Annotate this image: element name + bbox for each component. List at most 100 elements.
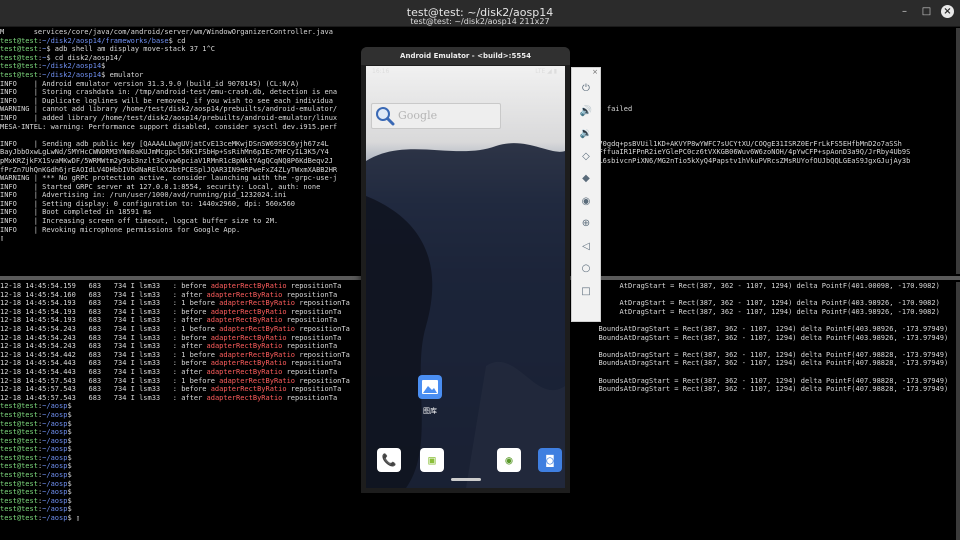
terminal-text: ~/aosp bbox=[42, 436, 68, 445]
terminal-line: test@test:~/aosp$ bbox=[0, 505, 960, 514]
google-search-widget[interactable]: Google bbox=[371, 103, 501, 129]
terminal-text: 12-18 14:45:54.243 683 734 I lsm33 : bef… bbox=[0, 333, 211, 342]
terminal-text: test@test bbox=[0, 505, 38, 514]
zoom-icon[interactable]: ⊕ bbox=[576, 215, 596, 233]
status-icons: LTE ◢ ▮ bbox=[535, 68, 557, 75]
emulator-window[interactable]: Android Emulator - <build>:5554 16:16 LT… bbox=[361, 47, 570, 493]
device-screen[interactable]: 16:16 LTE ◢ ▮ Google 图库 📞 ▣ ◉ ◙ bbox=[366, 66, 565, 488]
toolbar-close-button[interactable]: × bbox=[591, 68, 599, 76]
scrollbar-top[interactable] bbox=[956, 28, 960, 274]
gesture-nav-bar[interactable] bbox=[451, 478, 481, 481]
screenshot-icon[interactable]: ◉ bbox=[576, 193, 596, 211]
terminal-text: test@test bbox=[0, 62, 38, 71]
terminal-text: test@test bbox=[0, 462, 38, 471]
terminal-text: MESA-INTEL: warning: Performance support… bbox=[0, 122, 338, 131]
terminal-text: test@test bbox=[0, 436, 38, 445]
terminal-text: test@test bbox=[0, 453, 38, 462]
terminal-text: ~/aosp bbox=[42, 453, 68, 462]
terminal-text: adapterRectByRatio bbox=[206, 393, 283, 402]
rotate-right-icon[interactable]: ◆ bbox=[576, 170, 596, 188]
terminal-text: ~/aosp bbox=[42, 505, 68, 514]
terminal-tab-title: test@test: ~/disk2/aosp14 211x27 bbox=[410, 17, 550, 26]
volume-up-icon[interactable]: 🔊 bbox=[576, 103, 596, 121]
back-icon[interactable]: ◁ bbox=[576, 238, 596, 256]
terminal-text: ~/aosp bbox=[42, 496, 68, 505]
terminal-text: adapterRectByRatio bbox=[219, 299, 296, 308]
terminal-text: $ bbox=[67, 419, 72, 428]
camera-app-icon[interactable]: ◙ bbox=[538, 448, 562, 472]
terminal-text: 12-18 14:45:54.243 683 734 I lsm33 : aft… bbox=[0, 342, 207, 351]
terminal-text: 12-18 14:45:54.160 683 734 I lsm33 : aft… bbox=[0, 290, 207, 299]
terminal-text: test@test bbox=[0, 402, 38, 411]
terminal-text: ~/aosp bbox=[42, 479, 68, 488]
status-bar: 16:16 LTE ◢ ▮ bbox=[366, 66, 565, 78]
terminal-text: ~/aosp bbox=[42, 428, 68, 437]
terminal-text: adapterRectByRatio bbox=[206, 290, 283, 299]
terminal-text: 12-18 14:45:54.159 683 734 I lsm33 : bef… bbox=[0, 282, 211, 290]
store-app-icon[interactable]: ▣ bbox=[420, 448, 444, 472]
android-app-icon[interactable]: ◉ bbox=[497, 448, 521, 472]
terminal-text: ~/disk2/aosp14/frameworks/base bbox=[42, 36, 169, 45]
terminal-text: INFO | Duplicate loglines will be remove… bbox=[0, 96, 333, 105]
terminal-text: test@test bbox=[0, 471, 38, 480]
terminal-text: adapterRectByRatio bbox=[210, 282, 287, 290]
terminal-text: adapterRectByRatio bbox=[210, 333, 287, 342]
terminal-text: $ cd disk2/aosp14/ bbox=[46, 53, 123, 62]
rotate-left-icon[interactable]: ◇ bbox=[576, 148, 596, 166]
power-icon[interactable]: ⏻ bbox=[576, 80, 596, 98]
terminal-text: test@test bbox=[0, 496, 38, 505]
terminal-text: ~/disk2/aosp14 bbox=[42, 62, 102, 71]
terminal-text: ~/aosp bbox=[42, 445, 68, 454]
terminal-text: test@test bbox=[0, 410, 38, 419]
terminal-text: $ bbox=[67, 436, 72, 445]
terminal-text: $ bbox=[67, 496, 72, 505]
terminal-text: INFO | Android emulator version 31.3.9.0… bbox=[0, 79, 300, 88]
status-time: 16:16 bbox=[372, 68, 390, 75]
terminal-text: ~/aosp bbox=[42, 514, 68, 523]
terminal-text: $ bbox=[67, 428, 72, 437]
terminal-text: repositionTa bbox=[282, 342, 338, 351]
search-icon bbox=[376, 107, 395, 126]
terminal-text: fPrZn7UhQnKGdh6jrEAOIdLV4DHbbIVbdNaRElKX… bbox=[0, 165, 338, 174]
terminal-text: $ bbox=[67, 505, 72, 514]
terminal-text: $ cd bbox=[168, 36, 186, 45]
terminal-text: INFO | Storing crashdata in: /tmp/androi… bbox=[0, 88, 338, 97]
terminal-text: $ bbox=[67, 471, 72, 480]
terminal-text: INFO | Started GRPC server at 127.0.0.1:… bbox=[0, 182, 321, 191]
terminal-text: repositionTa bbox=[282, 393, 338, 402]
terminal-text: ~/aosp bbox=[42, 402, 68, 411]
phone-app-icon[interactable]: 📞 bbox=[377, 448, 401, 472]
terminal-text: adapterRectByRatio bbox=[219, 350, 296, 359]
terminal-text: 12-18 14:45:54.442 683 734 I lsm33 : 1 b… bbox=[0, 350, 220, 359]
terminal-text: $ bbox=[101, 62, 106, 71]
terminal-text: adapterRectByRatio bbox=[219, 376, 296, 385]
terminal-text: adapterRectByRatio bbox=[210, 385, 287, 394]
terminal-text: adapterRectByRatio bbox=[206, 367, 283, 376]
home-icon[interactable]: ○ bbox=[576, 260, 596, 278]
terminal-text: ~/aosp bbox=[42, 488, 68, 497]
terminal-line: test@test:~/aosp$ ▯ bbox=[0, 514, 960, 523]
terminal-text: $ bbox=[67, 410, 72, 419]
emulator-title: Android Emulator - <build>:5554 bbox=[361, 47, 570, 65]
overview-icon[interactable]: □ bbox=[576, 283, 596, 301]
terminal-text: test@test bbox=[0, 428, 38, 437]
terminal-text: $ adb shell am display move-stack 37 1^C bbox=[46, 45, 215, 54]
terminal-text: test@test bbox=[0, 70, 38, 79]
terminal-text: adapterRectByRatio bbox=[210, 359, 287, 368]
terminal-text: test@test bbox=[0, 36, 38, 45]
terminal-text: BayJbbOxwLgLwNd/SMYHcCWNORM3YNm0aKUJmMcg… bbox=[0, 148, 329, 157]
terminal-text: ~/aosp bbox=[42, 419, 68, 428]
emulator-toolbar: × ⏻ 🔊 🔉 ◇ ◆ ◉ ⊕ ◁ ○ □ bbox=[571, 67, 601, 322]
gallery-app-icon[interactable] bbox=[418, 375, 442, 399]
terminal-text: 12-18 14:45:57.543 683 734 I lsm33 : 1 b… bbox=[0, 376, 220, 385]
scrollbar-bottom[interactable] bbox=[956, 282, 960, 540]
terminal-line: M services/core/java/com/android/server/… bbox=[0, 28, 960, 37]
terminal-text: 12-18 14:45:54.193 683 734 I lsm33 : bef… bbox=[0, 307, 211, 316]
image-icon bbox=[422, 380, 438, 394]
terminal-text: test@test bbox=[0, 445, 38, 454]
terminal-text: test@test bbox=[0, 514, 38, 523]
terminal-text: ~/aosp bbox=[42, 410, 68, 419]
terminal-text: $ bbox=[67, 488, 72, 497]
terminal-text: $ bbox=[67, 445, 72, 454]
volume-down-icon[interactable]: 🔉 bbox=[576, 125, 596, 143]
